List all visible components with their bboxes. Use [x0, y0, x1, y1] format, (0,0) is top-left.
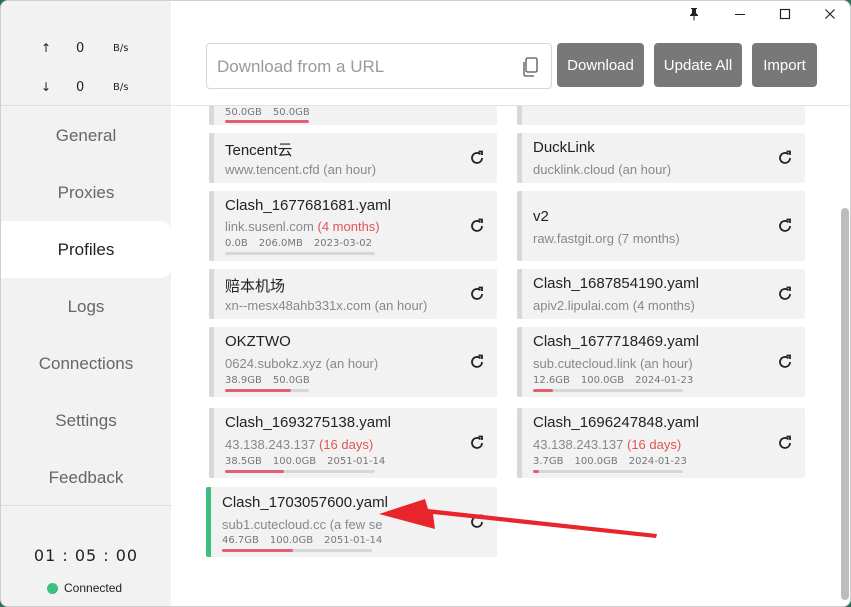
profile-source: sub.cutecloud.link (an hour): [533, 356, 693, 371]
profile-card[interactable]: Tencent云 www.tencent.cfd (an hour): [209, 133, 497, 183]
download-button[interactable]: Download: [557, 43, 644, 87]
profile-name: Clash_1687854190.yaml: [533, 275, 699, 292]
download-value: 0: [76, 80, 85, 95]
refresh-icon[interactable]: [777, 286, 793, 302]
profile-source: ducklink.cloud (an hour): [533, 162, 672, 177]
refresh-icon[interactable]: [469, 354, 485, 370]
refresh-icon[interactable]: [469, 150, 485, 166]
url-field: [206, 43, 552, 89]
update-all-button[interactable]: Update All: [654, 43, 742, 87]
usage-bar: [225, 252, 375, 255]
profile-card[interactable]: Clash_1696247848.yaml 43.138.243.137 (16…: [517, 408, 805, 478]
content-scrollbar[interactable]: [838, 106, 850, 606]
profile-card[interactable]: Clash_1677718469.yaml sub.cutecloud.link…: [517, 327, 805, 397]
profile-name: Clash_1696247848.yaml: [533, 414, 699, 431]
profile-name: Clash_1703057600.yaml: [222, 494, 388, 511]
profile-source: 43.138.243.137 (16 days): [533, 437, 682, 452]
profile-name: DuckLink: [533, 139, 595, 156]
sidebar-item-settings[interactable]: Settings: [1, 392, 171, 449]
upload-speed: ↑ 0 B/s: [1, 39, 171, 59]
profile-name: Clash_1677718469.yaml: [533, 333, 699, 350]
profiles-toolbar: Download Update All Import: [172, 27, 850, 106]
minimize-button[interactable]: [717, 1, 762, 27]
paste-icon[interactable]: [521, 57, 539, 77]
profile-name: Clash_1693275138.yaml: [225, 414, 391, 431]
profile-name: v2: [533, 208, 549, 225]
usage-bar: [222, 549, 372, 552]
profile-card-partial[interactable]: 50.0GB 50.0GB: [209, 106, 497, 125]
profile-source: raw.fastgit.org (7 months): [533, 231, 680, 246]
profiles-grid: 50.0GB 50.0GB Tencent云 www.tencent.cfd (a…: [172, 106, 838, 606]
profile-source: 43.138.243.137 (16 days): [225, 437, 374, 452]
status-dot-icon: [47, 582, 58, 594]
usage-bar: [533, 389, 683, 392]
traffic-panel: ↑ 0 B/s ↓ 0 B/s: [1, 31, 171, 106]
sidebar-divider: [1, 505, 171, 506]
usage-bar: [225, 470, 375, 473]
refresh-icon[interactable]: [777, 435, 793, 451]
profile-source: xn--mesx48ahb331x.com (an hour): [225, 298, 428, 313]
profile-card[interactable]: Clash_1687854190.yaml apiv2.lipulai.com …: [517, 269, 805, 319]
sidebar-item-logs[interactable]: Logs: [1, 278, 171, 335]
upload-value: 0: [76, 41, 85, 56]
refresh-icon[interactable]: [777, 218, 793, 234]
profile-name: Tencent云: [225, 142, 293, 159]
url-input[interactable]: [217, 55, 507, 79]
profile-source: sub1.cutecloud.cc (a few se: [222, 517, 383, 532]
pin-icon[interactable]: [671, 1, 716, 27]
maximize-button[interactable]: [762, 1, 807, 27]
profile-meta: 38.9GB 50.0GB: [225, 375, 310, 386]
app-window: ↑ 0 B/s ↓ 0 B/s General Proxies Profiles…: [0, 0, 851, 607]
refresh-icon[interactable]: [469, 514, 485, 530]
refresh-icon[interactable]: [777, 150, 793, 166]
profile-name: OKZTWO: [225, 333, 291, 350]
profile-source: link.susenl.com (4 months): [225, 219, 380, 234]
sidebar-item-feedback[interactable]: Feedback: [1, 449, 171, 506]
close-button[interactable]: [807, 1, 850, 27]
upload-arrow-icon: ↑: [41, 41, 52, 55]
usage-bar: [225, 120, 309, 123]
download-unit: B/s: [113, 82, 129, 93]
profile-meta: 38.5GB 100.0GB 2051-01-14: [225, 456, 386, 467]
sidebar-nav: General Proxies Profiles Logs Connection…: [1, 107, 171, 506]
profile-meta: 50.0GB 50.0GB: [225, 107, 310, 118]
profile-meta: 12.6GB 100.0GB 2024-01-23: [533, 375, 694, 386]
upload-unit: B/s: [113, 43, 129, 54]
sidebar-item-general[interactable]: General: [1, 107, 171, 164]
refresh-icon[interactable]: [777, 354, 793, 370]
scrollbar-thumb[interactable]: [841, 208, 849, 600]
profile-name: 赔本机场: [225, 278, 286, 295]
status-label: Connected: [64, 581, 123, 595]
profile-source: www.tencent.cfd (an hour): [225, 162, 377, 177]
title-bar: [1, 1, 850, 27]
usage-bar: [225, 389, 309, 392]
profile-card[interactable]: 赔本机场 xn--mesx48ahb331x.com (an hour): [209, 269, 497, 319]
refresh-icon[interactable]: [469, 286, 485, 302]
sidebar-item-proxies[interactable]: Proxies: [1, 164, 171, 221]
profile-source: apiv2.lipulai.com (4 months): [533, 298, 695, 313]
uptime-clock: 01 : 05 : 00: [33, 546, 139, 565]
connection-status: Connected: [47, 581, 122, 595]
profile-card-partial[interactable]: [517, 106, 805, 125]
profile-name: Clash_1677681681.yaml: [225, 197, 391, 214]
import-button[interactable]: Import: [752, 43, 817, 87]
download-speed: ↓ 0 B/s: [1, 78, 171, 98]
profile-meta: 0.0B 206.0MB 2023-03-02: [225, 238, 373, 249]
profile-meta: 3.7GB 100.0GB 2024-01-23: [533, 456, 687, 467]
profile-meta: 46.7GB 100.0GB 2051-01-14: [222, 535, 383, 546]
profile-card[interactable]: DuckLink ducklink.cloud (an hour): [517, 133, 805, 183]
sidebar: ↑ 0 B/s ↓ 0 B/s General Proxies Profiles…: [1, 1, 171, 606]
profile-source: 0624.subokz.xyz (an hour): [225, 356, 379, 371]
refresh-icon[interactable]: [469, 218, 485, 234]
profile-card[interactable]: Clash_1693275138.yaml 43.138.243.137 (16…: [209, 408, 497, 478]
profile-card-selected[interactable]: Clash_1703057600.yaml sub1.cutecloud.cc …: [206, 487, 497, 557]
profile-card[interactable]: Clash_1677681681.yaml link.susenl.com (4…: [209, 191, 497, 261]
sidebar-item-connections[interactable]: Connections: [1, 335, 171, 392]
refresh-icon[interactable]: [469, 435, 485, 451]
download-arrow-icon: ↓: [41, 80, 52, 94]
profile-card[interactable]: v2 raw.fastgit.org (7 months): [517, 191, 805, 261]
profile-card[interactable]: OKZTWO 0624.subokz.xyz (an hour) 38.9GB 5…: [209, 327, 497, 397]
sidebar-item-profiles[interactable]: Profiles: [1, 221, 171, 278]
usage-bar: [533, 470, 683, 473]
